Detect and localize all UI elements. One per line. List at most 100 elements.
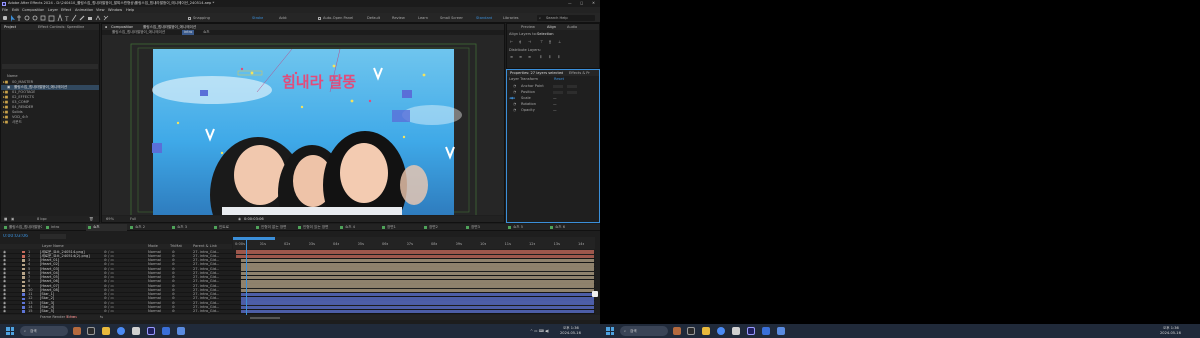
- tray-icons[interactable]: ^ ▭ ⌨ ◀): [530, 329, 549, 334]
- app-icon[interactable]: [132, 327, 140, 335]
- chrome-icon[interactable]: [117, 327, 125, 335]
- eye-icon[interactable]: ◉: [3, 309, 6, 314]
- distribute-hcenter-icon[interactable]: ⦀: [549, 55, 551, 60]
- menu-edit[interactable]: Edit: [12, 8, 19, 13]
- zoom-dropdown[interactable]: 69%: [106, 217, 114, 222]
- viewer-area[interactable]: 힘내라 딸뚱: [102, 35, 504, 215]
- comp-tab[interactable]: 롤링스집_힘내라팔뚱이_애니메이션: [2, 224, 43, 231]
- distribute-left-icon[interactable]: ⦀: [540, 55, 542, 60]
- workspace-libraries[interactable]: Libraries: [503, 16, 519, 21]
- zoom-slider[interactable]: [250, 316, 280, 319]
- label-color[interactable]: [22, 267, 25, 271]
- after-effects-taskbar-icon[interactable]: [747, 327, 755, 335]
- distribute-right-icon[interactable]: ⦀: [558, 55, 560, 60]
- tab-project[interactable]: Project: [4, 25, 16, 30]
- chrome-icon[interactable]: [717, 327, 725, 335]
- layer-mode[interactable]: Normal: [148, 309, 161, 314]
- comp-tab[interactable]: 쇼츠 3: [170, 224, 211, 231]
- workspace-default[interactable]: Default: [367, 16, 380, 21]
- timeline-timecode[interactable]: 0:00:03:06: [3, 234, 28, 239]
- align-hcenter-icon[interactable]: ╪: [519, 40, 521, 45]
- layer-duration-bar[interactable]: [241, 309, 594, 314]
- menu-layer[interactable]: Layer: [48, 8, 58, 13]
- menu-effect[interactable]: Effect: [61, 8, 71, 13]
- comp-tab[interactable]: 쇼츠 5: [506, 224, 547, 231]
- list-item[interactable]: ▸■ VOD_소스: [1, 115, 99, 120]
- properties-title[interactable]: Properties: 27 layers selected: [510, 71, 563, 76]
- align-top-icon[interactable]: ⊤: [540, 40, 543, 45]
- camera-icon[interactable]: ◉: [238, 217, 241, 222]
- comp-tab[interactable]: 장면3: [464, 224, 505, 231]
- layer-parent[interactable]: 27. intro_Gid...: [193, 309, 229, 314]
- timeline-search-input[interactable]: [40, 234, 66, 239]
- menu-animation[interactable]: Animation: [75, 8, 93, 13]
- menu-file[interactable]: File: [2, 8, 8, 13]
- widget-icon[interactable]: [673, 327, 681, 335]
- workspace-small-screen[interactable]: Small Screen: [440, 16, 463, 21]
- file-explorer-icon[interactable]: [102, 327, 110, 335]
- prop-row[interactable]: ◂◆▸ Scale —: [507, 96, 599, 101]
- switch-icons[interactable]: ⊘ / ▭: [104, 309, 114, 314]
- bpc-label[interactable]: 8 bpc: [37, 217, 47, 222]
- stroke-label[interactable]: Stroke: [252, 16, 263, 21]
- label-color[interactable]: [22, 280, 25, 284]
- task-view-icon[interactable]: [687, 327, 695, 335]
- windows-start-icon[interactable]: [606, 327, 614, 335]
- widget-icon[interactable]: [73, 327, 81, 335]
- list-item[interactable]: ▸■ Solids: [1, 110, 99, 115]
- file-explorer-icon[interactable]: [702, 327, 710, 335]
- comp-tab[interactable]: 쇼츠 2: [128, 224, 169, 231]
- app-icon[interactable]: [732, 327, 740, 335]
- tool-icons[interactable]: T: [2, 14, 162, 22]
- trkmat-none[interactable]: ⊘: [172, 309, 175, 314]
- app-icon[interactable]: [777, 327, 785, 335]
- tab-effects-presets[interactable]: Effects & Pr: [569, 71, 590, 76]
- label-color[interactable]: [22, 289, 25, 292]
- taskbar-time[interactable]: 오후 1:36: [563, 326, 579, 331]
- timeline-scrollbar-thumb[interactable]: [592, 291, 598, 297]
- stopwatch-icon[interactable]: ◔: [513, 90, 516, 95]
- comp-tab[interactable]: 쇼츠 6: [548, 224, 589, 231]
- list-item[interactable]: ▸■ 00_MASTER: [1, 80, 99, 85]
- prop-row[interactable]: ◔ Rotation —: [507, 102, 599, 107]
- label-color[interactable]: [22, 259, 25, 262]
- prop-row[interactable]: ◔ Opacity —: [507, 108, 599, 113]
- project-search-input[interactable]: [2, 64, 98, 69]
- taskbar-date[interactable]: 2024-05-16: [560, 331, 581, 336]
- search-help-field[interactable]: ⌕ Search Help: [537, 15, 595, 21]
- menu-window[interactable]: Window: [108, 8, 122, 13]
- stopwatch-icon[interactable]: ◔: [513, 102, 516, 107]
- close-button[interactable]: ✕: [592, 1, 595, 6]
- menu-composition[interactable]: Composition: [22, 8, 44, 13]
- minimize-button[interactable]: —: [568, 1, 572, 6]
- label-color[interactable]: [22, 301, 25, 305]
- label-color[interactable]: [22, 293, 25, 296]
- comp-tab[interactable]: 장면2: [422, 224, 463, 231]
- tab-effect-controls[interactable]: Effect Controls: Speedline: [38, 25, 84, 30]
- prop-row[interactable]: ◔ Position: [507, 90, 599, 95]
- app-icon[interactable]: [162, 327, 170, 335]
- list-item[interactable]: ▸■ 01_FOOTAGE: [1, 90, 99, 95]
- workspace-review[interactable]: Review: [392, 16, 405, 21]
- tab-align[interactable]: Align: [547, 25, 556, 30]
- after-effects-taskbar-icon[interactable]: [147, 327, 155, 335]
- comp-frame[interactable]: 힘내라 딸뚱: [102, 35, 504, 215]
- lock-icon[interactable]: ▪: [105, 25, 107, 30]
- menu-help[interactable]: Help: [126, 8, 134, 13]
- work-area-bar[interactable]: [233, 237, 275, 240]
- keyframe-nav-icon[interactable]: ◂◆▸: [509, 96, 515, 101]
- trash-icon[interactable]: 🗑: [89, 217, 94, 222]
- prop-row[interactable]: ◔ Anchor Point: [507, 84, 599, 89]
- toggle-switches-label[interactable]: ⇆: [100, 315, 103, 320]
- comp-tab[interactable]: 인형이 없는 장면: [254, 224, 295, 231]
- time-ruler[interactable]: 0:00s 01s 02s 03s 04s 05s 06s 07s 08s 09s 10s 11s 12…: [233, 237, 595, 249]
- app-icon[interactable]: [177, 327, 185, 335]
- comp-tab[interactable]: 쇼츠 4: [338, 224, 379, 231]
- align-left-icon[interactable]: ⊢: [510, 40, 513, 45]
- taskbar-time[interactable]: 오후 1:36: [1163, 326, 1179, 331]
- layer-name[interactable]: [Star_5]: [40, 309, 98, 314]
- menu-view[interactable]: View: [96, 8, 105, 13]
- label-color[interactable]: [22, 310, 25, 313]
- list-item[interactable]: ▸■ 02_EFFECTS: [1, 95, 99, 100]
- windows-start-icon[interactable]: [6, 327, 14, 335]
